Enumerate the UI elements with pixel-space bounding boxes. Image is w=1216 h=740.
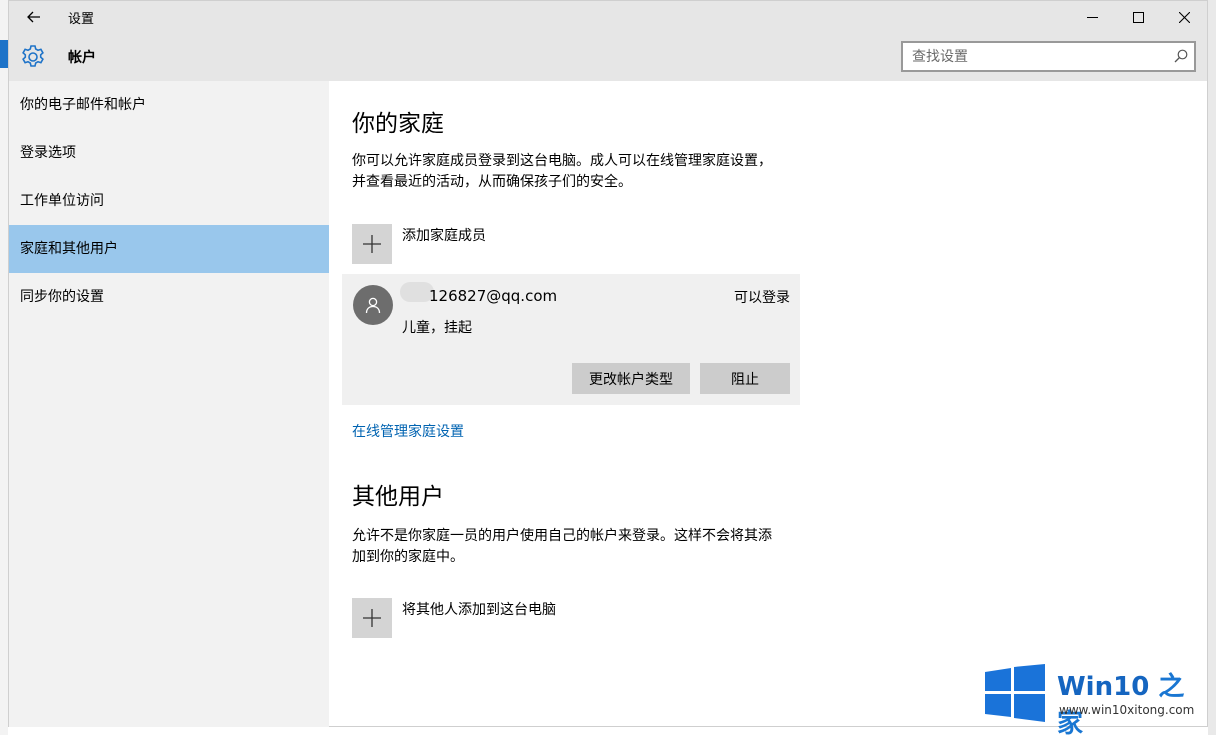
back-arrow-icon bbox=[27, 11, 40, 23]
title-bar: 设置 bbox=[9, 1, 1207, 33]
search-input[interactable] bbox=[903, 43, 1162, 70]
minimize-button[interactable] bbox=[1069, 1, 1115, 33]
sidebar-item-sign-in-options[interactable]: 登录选项 bbox=[9, 129, 329, 177]
main-content: 你的家庭 你可以允许家庭成员登录到这台电脑。成人可以在线管理家庭设置，并查看最近… bbox=[329, 81, 1207, 727]
settings-window: 设置 帐户 你的电子邮件和帐户 登录选项 工作单位访问 bbox=[8, 0, 1208, 727]
sidebar-item-work-access[interactable]: 工作单位访问 bbox=[9, 177, 329, 225]
add-other-user-button[interactable]: 将其他人添加到这台电脑 bbox=[352, 598, 556, 638]
maximize-button[interactable] bbox=[1115, 1, 1161, 33]
manage-family-online-link[interactable]: 在线管理家庭设置 bbox=[352, 421, 464, 441]
user-avatar-icon bbox=[353, 285, 393, 325]
page-header: 帐户 bbox=[9, 33, 1207, 81]
watermark: Win10 之家 www.win10xitong.com bbox=[985, 660, 1207, 739]
member-email: 126827@qq.com bbox=[429, 287, 558, 305]
desktop-background-right bbox=[1208, 0, 1216, 735]
search-box[interactable] bbox=[901, 41, 1196, 72]
family-heading: 你的家庭 bbox=[352, 111, 444, 137]
watermark-url: www.win10xitong.com bbox=[1059, 703, 1195, 717]
change-account-type-button[interactable]: 更改帐户类型 bbox=[572, 363, 690, 394]
sidebar-item-family-other-users[interactable]: 家庭和其他用户 bbox=[9, 225, 329, 273]
page-title: 帐户 bbox=[68, 50, 96, 66]
desktop-background-left bbox=[0, 0, 8, 735]
other-users-heading: 其他用户 bbox=[352, 484, 444, 510]
window-title: 设置 bbox=[68, 12, 95, 27]
family-member-card[interactable]: 126827@qq.com 可以登录 儿童，挂起 更改帐户类型 阻止 bbox=[342, 274, 800, 405]
plus-icon bbox=[363, 235, 381, 253]
add-family-member-button[interactable]: 添加家庭成员 bbox=[352, 224, 486, 264]
plus-icon-box bbox=[352, 224, 392, 264]
close-icon bbox=[1178, 11, 1190, 23]
windows-logo-icon bbox=[985, 664, 1045, 722]
maximize-icon bbox=[1132, 11, 1144, 23]
member-status: 可以登录 bbox=[734, 290, 790, 306]
add-other-user-label: 将其他人添加到这台电脑 bbox=[402, 602, 556, 618]
sidebar-nav: 你的电子邮件和帐户 登录选项 工作单位访问 家庭和其他用户 同步你的设置 bbox=[9, 81, 329, 727]
sidebar-item-sync-settings[interactable]: 同步你的设置 bbox=[9, 273, 329, 321]
sidebar-item-email-accounts[interactable]: 你的电子邮件和帐户 bbox=[9, 81, 329, 129]
other-users-description: 允许不是你家庭一员的用户使用自己的帐户来登录。这样不会将其添加到你的家庭中。 bbox=[352, 528, 772, 565]
add-family-member-label: 添加家庭成员 bbox=[402, 228, 486, 244]
person-icon bbox=[365, 297, 381, 314]
plus-icon bbox=[363, 609, 381, 627]
close-button[interactable] bbox=[1161, 1, 1207, 33]
member-role: 儿童，挂起 bbox=[402, 320, 472, 336]
plus-icon-box bbox=[352, 598, 392, 638]
search-icon bbox=[1174, 49, 1188, 63]
block-button[interactable]: 阻止 bbox=[700, 363, 790, 394]
minimize-icon bbox=[1086, 16, 1098, 18]
gear-icon bbox=[22, 45, 44, 67]
back-button[interactable] bbox=[17, 5, 51, 29]
family-description: 你可以允许家庭成员登录到这台电脑。成人可以在线管理家庭设置，并查看最近的活动，从… bbox=[352, 153, 772, 190]
